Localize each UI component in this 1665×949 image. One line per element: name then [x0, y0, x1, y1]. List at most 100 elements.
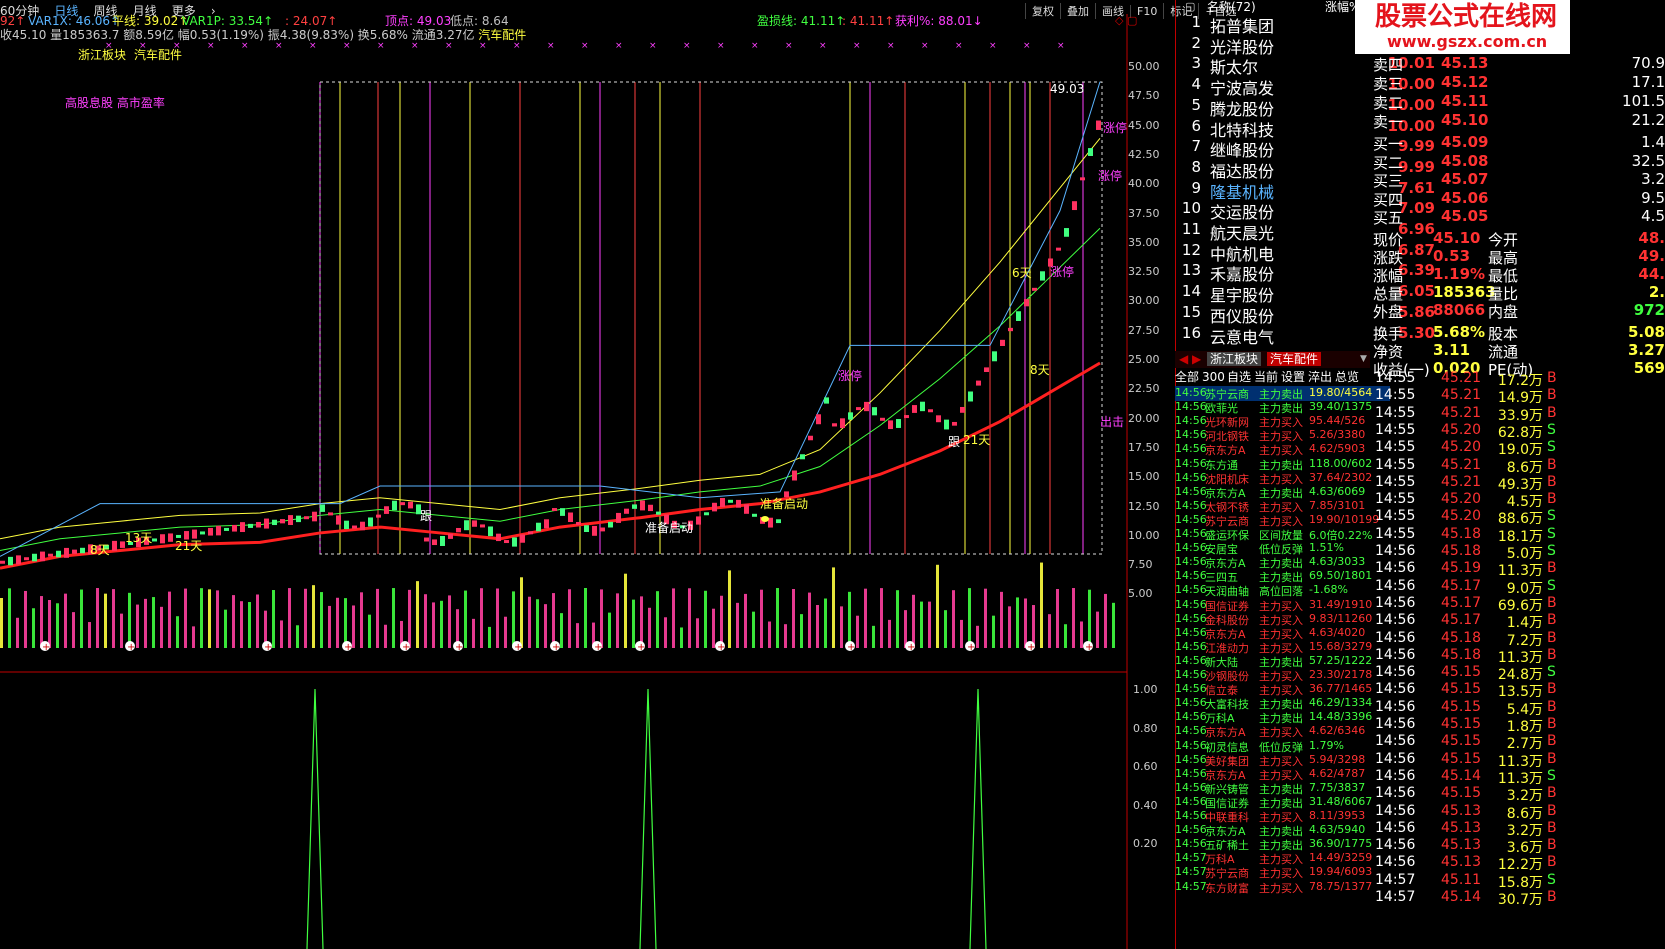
- candle: [848, 412, 853, 420]
- watermark-title: 股票公式在线网: [1375, 2, 1558, 32]
- signal-dot: ×: [275, 41, 283, 51]
- filter-settings[interactable]: 设置: [1281, 370, 1305, 384]
- flow-row[interactable]: 14:56 国信证券 主力买入 31.49/1910: [1175, 598, 1390, 613]
- flow-row[interactable]: 14:56 三四五 主力卖出 69.50/1801: [1175, 569, 1390, 584]
- signal-dot: ×: [853, 41, 861, 51]
- candle: [808, 435, 813, 441]
- stock-list-row[interactable]: 10 交运股份 7.09: [1175, 199, 1435, 222]
- tab-auto-parts[interactable]: 汽车配件: [1267, 352, 1322, 366]
- flow-row[interactable]: 14:56 大富科技 主力卖出 46.29/1334: [1175, 696, 1390, 711]
- flow-row[interactable]: 14:56 安居宝 低位反弹 1.51%: [1175, 541, 1390, 556]
- candle: [472, 520, 477, 527]
- flow-row[interactable]: 14:56 京东方A 主力买入 4.62/5903: [1175, 442, 1390, 457]
- volume-bar: [248, 602, 251, 648]
- tab-zhejiang[interactable]: 浙江板块: [1207, 352, 1262, 366]
- filter-all[interactable]: 全部: [1175, 370, 1199, 384]
- flow-row[interactable]: 14:56 东方通 主力卖出 118.00/602: [1175, 457, 1390, 472]
- kline-chart[interactable]: + + + + + + + + + + + + + + + + × × × × × × × × × × × × × × × × × × × × × × × ×…: [0, 14, 1175, 949]
- volume-bar: [1080, 621, 1083, 648]
- watermark-url: www.gszx.com.cn: [1387, 32, 1548, 51]
- volume-bar: [200, 588, 203, 648]
- flow-row[interactable]: 14:56 江淮动力 主力买入 15.68/3279: [1175, 640, 1390, 655]
- stock-list-row[interactable]: 7 继峰股份 9.99: [1175, 137, 1435, 160]
- signal-dot: ×: [207, 41, 215, 51]
- signal-marker-plus: +: [455, 642, 463, 653]
- flow-row[interactable]: 14:56 京东方A 主力卖出 4.63/6069: [1175, 485, 1390, 500]
- candle: [952, 421, 957, 426]
- flow-row[interactable]: 14:56 初灵信息 低位反弹 1.79%: [1175, 739, 1390, 754]
- trade-side: B: [1547, 491, 1557, 508]
- flow-time: 14:56: [1175, 738, 1207, 752]
- trade-time: 14:56: [1375, 819, 1416, 836]
- flow-row[interactable]: 14:56 京东方A 主力买入 4.62/6346: [1175, 724, 1390, 739]
- flow-row[interactable]: 14:57 东方财富 主力买入 78.75/1377: [1175, 880, 1390, 895]
- flow-row[interactable]: 14:56 欧菲光 主力卖出 39.40/1375: [1175, 400, 1390, 415]
- price-axis-label: 40.00: [1128, 177, 1160, 191]
- flow-row[interactable]: 14:56 光环新网 主力买入 95.44/526: [1175, 414, 1390, 429]
- filter-popout[interactable]: 淬出: [1308, 370, 1332, 384]
- filter-watchlist[interactable]: 自选: [1227, 370, 1251, 384]
- filter-overview[interactable]: 总览: [1335, 370, 1359, 384]
- window-control-icon[interactable]: ◇ ▢: [1115, 14, 1137, 28]
- flow-row[interactable]: 14:56 河北钢铁 主力买入 5.26/3380: [1175, 428, 1390, 443]
- trade-side: B: [1547, 698, 1557, 715]
- candle: [776, 519, 781, 524]
- trade-time: 14:56: [1375, 854, 1416, 871]
- flow-row[interactable]: 14:56 太钢不锈 主力买入 7.85/3101: [1175, 499, 1390, 514]
- flow-row[interactable]: 14:57 万科A 主力买入 14.49/3259: [1175, 851, 1390, 866]
- stock-list-row[interactable]: 13 禾嘉股份 6.39: [1175, 261, 1435, 284]
- flow-value: 31.49/1910: [1309, 597, 1373, 611]
- flow-row[interactable]: 14:56 金科股份 主力买入 9.83/11260: [1175, 612, 1390, 627]
- flow-row[interactable]: 14:56 京东方A 主力卖出 4.63/5940: [1175, 823, 1390, 838]
- filter-current[interactable]: 当前: [1254, 370, 1278, 384]
- flow-row[interactable]: 14:56 盛运环保 区间放量 6.0倍0.22%: [1175, 527, 1390, 542]
- trade-time: 14:57: [1375, 871, 1416, 888]
- flow-row[interactable]: 14:56 国信证券 主力卖出 31.48/6067: [1175, 795, 1390, 810]
- flow-row[interactable]: 14:56 京东方A 主力买入 4.63/4020: [1175, 626, 1390, 641]
- stock-list-row[interactable]: 8 福达股份 9.99: [1175, 158, 1435, 181]
- volume-bar: [216, 590, 219, 648]
- stock-list-row[interactable]: 15 西仪股份 5.86: [1175, 303, 1435, 326]
- filter-300[interactable]: 300: [1202, 370, 1225, 384]
- stock-list-row[interactable]: 3 斯太尔 10.01: [1175, 54, 1435, 77]
- flow-row[interactable]: 14:56 苏宁云商 主力卖出 19.80/4564: [1175, 386, 1390, 401]
- stock-list-row[interactable]: 6 北特科技 10.00: [1175, 117, 1435, 140]
- flow-row[interactable]: 14:56 沈阳机床 主力买入 37.64/2302: [1175, 471, 1390, 486]
- stock-list-row[interactable]: 16 云意电气 5.30: [1175, 324, 1435, 347]
- signal-dot: ×: [819, 41, 827, 51]
- flow-row[interactable]: 14:56 天润曲轴 高位回落 -1.68%: [1175, 583, 1390, 598]
- trade-row: 14:56 45.18 5.0万 S: [1375, 543, 1665, 562]
- stock-list-row[interactable]: 11 航天晨光 6.96: [1175, 220, 1435, 243]
- trade-price: 45.15: [1441, 664, 1482, 681]
- stock-list-row[interactable]: 12 中航机电 6.87: [1175, 241, 1435, 264]
- flow-row[interactable]: 14:56 中联重科 主力买入 8.11/3953: [1175, 809, 1390, 824]
- trade-side: S: [1547, 525, 1556, 542]
- flow-row[interactable]: 14:56 新大陆 主力卖出 57.25/1222: [1175, 654, 1390, 669]
- flow-row[interactable]: 14:56 万科A 主力卖出 14.48/3396: [1175, 710, 1390, 725]
- stock-list-row[interactable]: 4 宁波高发 10.00: [1175, 75, 1435, 98]
- flow-time: 14:57: [1175, 851, 1207, 865]
- flow-row[interactable]: 14:56 五矿稀土 主力卖出 36.90/1775: [1175, 837, 1390, 852]
- signal-dot: ×: [785, 41, 793, 51]
- stock-list-row[interactable]: 14 星宇股份 6.05: [1175, 282, 1435, 305]
- trade-side: B: [1547, 733, 1557, 750]
- flow-row[interactable]: 14:56 京东方A 主力卖出 4.63/3033: [1175, 555, 1390, 570]
- flow-row[interactable]: 14:56 京东方A 主力买入 4.62/4787: [1175, 767, 1390, 782]
- flow-row[interactable]: 14:56 沙钢股份 主力买入 23.30/2178: [1175, 668, 1390, 683]
- flow-row[interactable]: 14:56 苏宁云商 主力买入 19.90/10199: [1175, 513, 1390, 528]
- flow-time: 14:56: [1175, 512, 1207, 526]
- flow-row[interactable]: 14:56 美好集团 主力买入 5.94/3298: [1175, 753, 1390, 768]
- candle: [248, 523, 253, 528]
- bid-qty: 1.4: [1641, 133, 1665, 151]
- dropdown-icon[interactable]: ▼: [1360, 352, 1367, 366]
- prev-tab-icon[interactable]: ◀ ▶: [1179, 352, 1201, 366]
- flow-row[interactable]: 14:56 信立泰 主力买入 36.77/1465: [1175, 682, 1390, 697]
- flow-row[interactable]: 14:57 苏宁云商 主力买入 19.94/6093: [1175, 865, 1390, 880]
- flow-row[interactable]: 14:56 新兴铸管 主力卖出 7.75/3837: [1175, 781, 1390, 796]
- volume-bar: [64, 593, 67, 648]
- stock-list: 1拓普集团10.022光洋股份10.023斯太尔10.014宁波高发10.005…: [1175, 0, 1435, 360]
- capital-flow-list: 14:56 苏宁云商 主力卖出 19.80/4564 14:56 欧菲光 主力卖出 39.40…: [1175, 386, 1390, 949]
- stock-list-row[interactable]: 9 隆基机械 7.61: [1175, 179, 1435, 202]
- stock-list-row[interactable]: 5 腾龙股份 10.00: [1175, 96, 1435, 119]
- tick-trades: 14:55 45.21 17.2万 B 14:55 45.21 14.9万 B 14:55 45.…: [1375, 370, 1665, 949]
